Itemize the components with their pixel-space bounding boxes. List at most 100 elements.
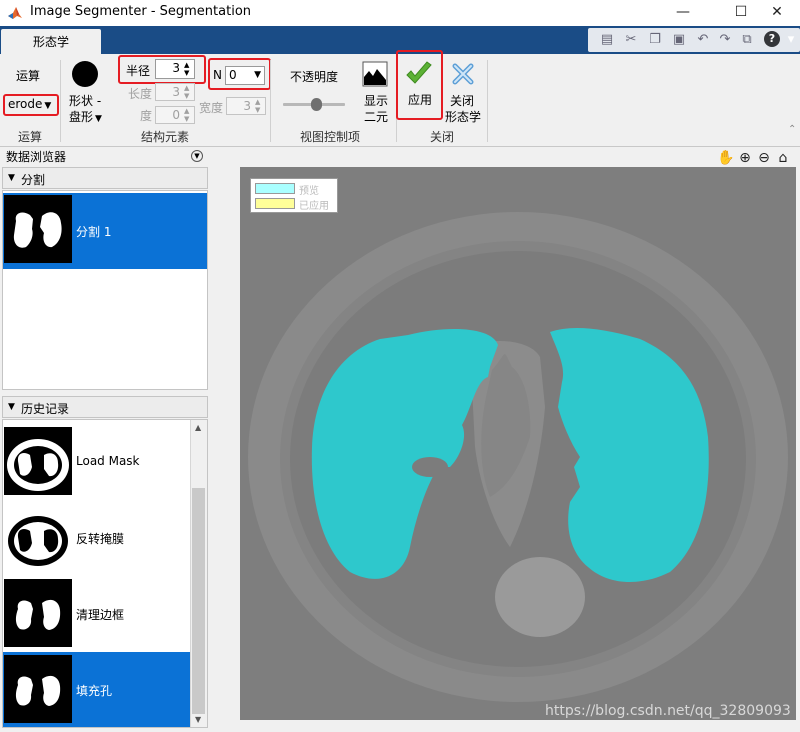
degree-label: 度 xyxy=(140,109,153,123)
spin-down-icon[interactable]: ▼ xyxy=(184,115,192,123)
history-header-label: 历史记录 xyxy=(21,402,70,416)
width-spinner[interactable]: 3 ▲ ▼ xyxy=(226,97,266,115)
chevron-down-icon: ▼ xyxy=(44,101,52,111)
operation-dropdown[interactable]: erode ▼ xyxy=(8,97,51,111)
ribbon-separator xyxy=(487,60,488,142)
scroll-up-icon[interactable]: ▲ xyxy=(195,423,201,432)
tab-morphology[interactable]: 形态学 xyxy=(1,29,101,56)
history-list: Load Mask 反转掩膜 清理边框 填充孔 xyxy=(2,419,208,728)
length-spinner[interactable]: 3 ▲ ▼ xyxy=(155,83,195,101)
apply-button[interactable]: 应用 xyxy=(408,91,432,108)
mask-thumbnail xyxy=(4,579,72,647)
spin-up-icon[interactable]: ▲ xyxy=(184,61,192,69)
list-item-label: 分割 1 xyxy=(76,225,112,239)
spin-up-icon[interactable]: ▲ xyxy=(184,84,192,92)
shape-button-label-1[interactable]: 形状 - xyxy=(69,92,101,109)
legend-applied-label: 已应用 xyxy=(299,201,329,212)
help-icon[interactable]: ? xyxy=(764,31,780,47)
n-dropdown[interactable]: 0 ▼ xyxy=(225,66,265,85)
list-item-load-mask[interactable]: Load Mask xyxy=(3,424,191,500)
structuring-element-section-label: 结构元素 xyxy=(140,130,189,144)
opacity-label: 不透明度 xyxy=(290,70,339,84)
redo-icon[interactable]: ↷ xyxy=(716,31,734,49)
degree-value: 0 xyxy=(172,108,180,122)
show-binary-icon[interactable] xyxy=(362,61,388,87)
expand-icon[interactable]: ▾ xyxy=(782,31,800,49)
zoom-in-icon[interactable]: ⊕ xyxy=(736,150,754,166)
preview-swatch xyxy=(255,183,295,194)
operation-title: 运算 xyxy=(16,69,41,83)
close-morphology-label-2[interactable]: 形态学 xyxy=(445,108,481,125)
matlab-app-icon xyxy=(8,7,22,19)
applied-swatch xyxy=(255,198,295,209)
list-item-label: 清理边框 xyxy=(76,608,125,622)
spin-up-icon[interactable]: ▲ xyxy=(184,107,192,115)
paste-icon[interactable]: ▣ xyxy=(670,31,688,49)
mask-legend: 预览 已应用 xyxy=(250,178,338,213)
list-item-label: 反转掩膜 xyxy=(76,532,125,546)
close-section-label: 关闭 xyxy=(429,130,454,144)
collapse-ribbon-icon[interactable]: ⌃ xyxy=(788,124,796,135)
view-controls-section-label: 视图控制项 xyxy=(299,130,360,144)
segmentation-section-header[interactable]: ▼ 分割 xyxy=(2,167,208,189)
show-binary-label-1[interactable]: 显示 xyxy=(364,92,388,109)
switch-windows-icon[interactable]: ⧉ xyxy=(738,31,756,49)
length-value: 3 xyxy=(172,85,180,99)
zoom-out-icon[interactable]: ⊖ xyxy=(755,150,773,166)
degree-spinner[interactable]: 0 ▲ ▼ xyxy=(155,106,195,124)
collapse-triangle-icon: ▼ xyxy=(8,402,15,412)
radius-spinner[interactable]: 3 ▲ ▼ xyxy=(155,59,195,79)
copy-icon[interactable]: ❐ xyxy=(646,31,664,49)
ribbon-separator xyxy=(270,60,271,142)
shape-button-label-2: 盘形 xyxy=(69,110,94,124)
undo-icon[interactable]: ↶ xyxy=(694,31,712,49)
opacity-slider-handle[interactable] xyxy=(311,98,322,111)
home-view-icon[interactable]: ⌂ xyxy=(774,150,792,166)
list-item-segmentation-1[interactable]: 分割 1 xyxy=(3,193,207,269)
save-icon[interactable]: ▤ xyxy=(598,31,616,49)
list-item-fill-holes[interactable]: 填充孔 xyxy=(3,652,191,727)
collapse-triangle-icon: ▼ xyxy=(8,173,15,183)
mask-thumbnail xyxy=(4,655,72,723)
mask-thumbnail xyxy=(4,427,72,495)
operation-section-label: 运算 xyxy=(17,130,42,144)
scroll-down-icon[interactable]: ▼ xyxy=(195,715,201,724)
panel-menu-icon[interactable]: ▼ xyxy=(191,150,203,162)
cut-icon[interactable]: ✂ xyxy=(622,31,640,49)
history-section-header[interactable]: ▼ 历史记录 xyxy=(2,396,208,418)
spin-down-icon[interactable]: ▼ xyxy=(255,106,263,114)
legend-preview-label: 预览 xyxy=(299,186,319,197)
chevron-down-icon: ▼ xyxy=(254,70,261,80)
chevron-down-icon: ▼ xyxy=(95,114,102,124)
ct-image-canvas[interactable] xyxy=(240,167,796,720)
ribbon-separator xyxy=(60,60,61,142)
minimize-button[interactable]: — xyxy=(660,0,706,26)
n-label: N xyxy=(213,68,222,82)
spin-down-icon[interactable]: ▼ xyxy=(184,69,192,77)
list-item-invert-mask[interactable]: 反转掩膜 xyxy=(3,500,191,576)
pan-hand-icon[interactable]: ✋ xyxy=(717,150,735,166)
spin-up-icon[interactable]: ▲ xyxy=(255,98,263,106)
opacity-slider[interactable] xyxy=(283,98,345,111)
close-window-button[interactable]: ✕ xyxy=(754,0,800,26)
close-morphology-label-1[interactable]: 关闭 xyxy=(450,92,474,109)
radius-value: 3 xyxy=(172,61,180,75)
shape-dropdown[interactable]: 盘形 ▼ xyxy=(69,108,102,125)
watermark-text: https://blog.csdn.net/qq_32809093 xyxy=(545,703,791,719)
segmentation-header-label: 分割 xyxy=(21,173,46,187)
n-value: 0 xyxy=(229,68,237,82)
scrollbar-thumb[interactable] xyxy=(192,488,205,714)
mask-thumbnail xyxy=(4,503,72,571)
operation-dropdown-value: erode xyxy=(8,97,43,111)
close-x-icon[interactable] xyxy=(451,62,475,86)
spin-down-icon[interactable]: ▼ xyxy=(184,92,192,100)
segmentation-list: 分割 1 xyxy=(2,190,208,390)
list-item-clear-border[interactable]: 清理边框 xyxy=(3,576,191,652)
data-browser-title: 数据浏览器 xyxy=(6,150,67,164)
disk-shape-icon[interactable] xyxy=(72,61,98,87)
window-title: Image Segmenter - Segmentation xyxy=(30,4,252,19)
length-label: 长度 xyxy=(128,87,153,101)
width-value: 3 xyxy=(243,99,251,113)
checkmark-icon[interactable] xyxy=(404,60,434,88)
show-binary-label-2[interactable]: 二元 xyxy=(364,108,388,125)
